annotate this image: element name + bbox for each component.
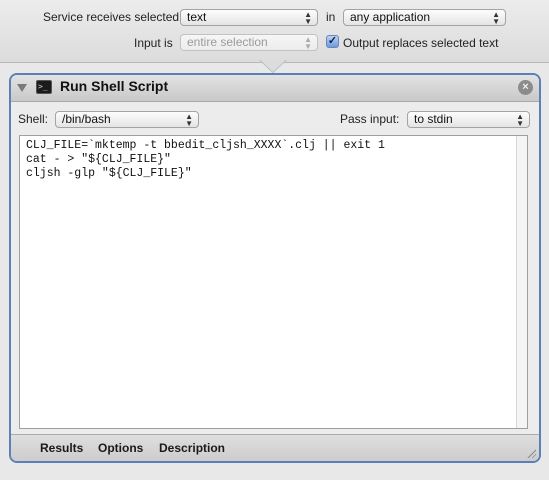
close-icon[interactable]: × <box>518 80 533 95</box>
action-title: Run Shell Script <box>60 78 169 94</box>
disclosure-triangle-icon[interactable] <box>17 84 27 92</box>
output-replaces-label: Output replaces selected text <box>343 36 499 50</box>
editor-scrollbar[interactable] <box>516 136 527 428</box>
action-titlebar[interactable]: >_ Run Shell Script × <box>11 75 539 102</box>
receives-value: text <box>187 10 207 24</box>
script-editor[interactable]: CLJ_FILE=`mktemp -t bbedit_cljsh_XXXX`.c… <box>19 135 528 429</box>
connector-notch <box>260 60 286 72</box>
updown-arrows-icon: ▲ ▼ <box>304 10 312 26</box>
receives-popup[interactable]: text ▲ ▼ <box>180 9 318 26</box>
run-shell-script-action: >_ Run Shell Script × Shell: /bin/bash ▲… <box>9 73 541 463</box>
shell-value: /bin/bash <box>62 112 111 126</box>
in-label: in <box>326 10 336 24</box>
updown-arrows-icon: ▲ ▼ <box>185 112 193 128</box>
shell-label: Shell: <box>18 112 49 126</box>
options-button[interactable]: Options <box>98 441 143 455</box>
output-replaces-checkbox[interactable]: ✓ <box>326 35 339 48</box>
action-footer: Results Options Description <box>11 434 539 461</box>
service-header: Service receives selected text ▲ ▼ in any… <box>0 0 549 63</box>
updown-arrows-icon: ▲ ▼ <box>304 35 312 51</box>
application-popup[interactable]: any application ▲ ▼ <box>343 9 506 26</box>
input-is-value: entire selection <box>187 35 268 49</box>
script-text[interactable]: CLJ_FILE=`mktemp -t bbedit_cljsh_XXXX`.c… <box>26 139 385 181</box>
shell-popup[interactable]: /bin/bash ▲ ▼ <box>55 111 199 128</box>
updown-arrows-icon: ▲ ▼ <box>492 10 500 26</box>
receives-label: Service receives selected <box>43 10 180 24</box>
updown-arrows-icon: ▲ ▼ <box>516 112 524 128</box>
input-is-label: Input is <box>134 36 173 50</box>
pass-input-popup[interactable]: to stdin ▲ ▼ <box>407 111 530 128</box>
results-button[interactable]: Results <box>40 441 83 455</box>
terminal-icon: >_ <box>36 80 52 94</box>
resize-grip-icon[interactable] <box>526 448 536 458</box>
pass-input-value: to stdin <box>414 112 453 126</box>
pass-input-label: Pass input: <box>340 112 400 126</box>
application-value: any application <box>350 10 431 24</box>
input-is-popup[interactable]: entire selection ▲ ▼ <box>180 34 318 51</box>
description-button[interactable]: Description <box>159 441 225 455</box>
